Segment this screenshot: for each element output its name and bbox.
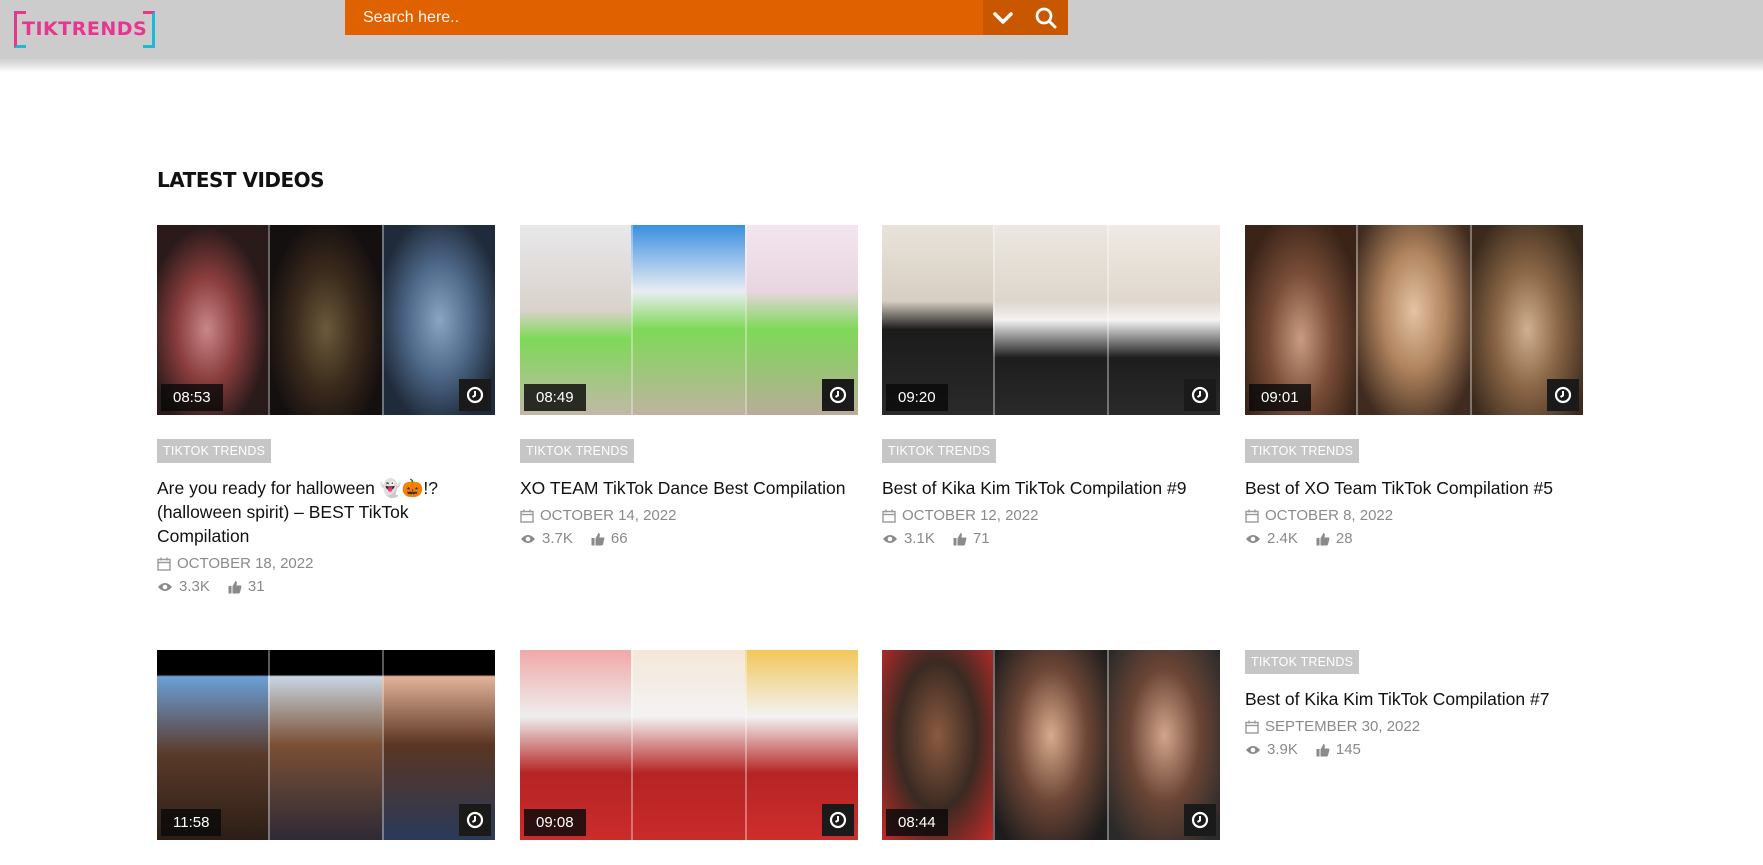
video-duration: 11:58: [161, 809, 222, 836]
chevron-down-icon: [993, 11, 1013, 24]
calendar-icon: [157, 557, 171, 571]
search-icon: [1035, 7, 1056, 28]
eye-icon: [521, 534, 535, 543]
clock-icon: [466, 811, 484, 829]
clock-icon: [1191, 386, 1209, 404]
thumbs-up-icon: [1316, 743, 1330, 756]
video-title[interactable]: Best of Kika Kim TikTok Compilation #9: [882, 476, 1220, 500]
video-card: 11:58: [157, 650, 495, 840]
date-text: SEPTEMBER 30, 2022: [1265, 718, 1421, 735]
eye-icon: [883, 534, 897, 543]
likes-count: 145: [1335, 741, 1361, 758]
calendar-icon: [1245, 720, 1259, 734]
video-duration: 08:53: [161, 384, 223, 411]
likes-count: 28: [1335, 530, 1353, 547]
category-badge[interactable]: TIKTOK TRENDS: [1245, 650, 1360, 674]
views-count: 2.4K: [1267, 530, 1298, 547]
video-card: 08:44: [882, 650, 1220, 840]
thumbs-up-icon: [953, 532, 967, 545]
search-bar: [345, 0, 1068, 35]
video-title[interactable]: Are you ready for halloween 👻🎃!? (hallow…: [157, 476, 495, 548]
calendar-icon: [520, 509, 534, 523]
video-date: SEPTEMBER 30, 2022: [1245, 718, 1583, 735]
video-title[interactable]: Best of Kika Kim TikTok Compilation #7: [1245, 687, 1583, 711]
video-title[interactable]: XO TEAM TikTok Dance Best Compilation: [520, 476, 858, 500]
search-button[interactable]: [1023, 0, 1068, 35]
video-duration: 09:01: [1249, 384, 1311, 411]
thumbs-up-icon: [228, 580, 242, 593]
eye-icon: [158, 582, 172, 591]
likes-count: 31: [247, 578, 265, 595]
watch-later-button[interactable]: [459, 804, 491, 836]
category-badge[interactable]: TIKTOK TRENDS: [520, 439, 635, 463]
views-count: 3.3K: [179, 578, 210, 595]
thumbs-up-icon: [1316, 532, 1330, 545]
category-badge[interactable]: TIKTOK TRENDS: [1245, 439, 1360, 463]
video-thumbnail[interactable]: 09:01: [1245, 225, 1583, 415]
watch-later-button[interactable]: [1184, 804, 1216, 836]
eye-icon: [1246, 745, 1260, 754]
video-duration: 08:44: [886, 809, 948, 836]
date-text: OCTOBER 8, 2022: [1265, 507, 1394, 524]
video-title[interactable]: Best of XO Team TikTok Compilation #5: [1245, 476, 1583, 500]
video-card: 09:08: [520, 650, 858, 840]
watch-later-button[interactable]: [459, 379, 491, 411]
section-title: LATEST VIDEOS: [157, 168, 325, 192]
thumbs-up-icon: [591, 532, 605, 545]
video-thumbnail[interactable]: 08:49: [520, 225, 858, 415]
clock-icon: [829, 386, 847, 404]
views-count: 3.7K: [542, 530, 573, 547]
views-count: 3.9K: [1267, 741, 1298, 758]
video-duration: 08:49: [524, 384, 586, 411]
clock-icon: [829, 811, 847, 829]
video-stats: 3.1K 71: [882, 530, 1220, 547]
video-thumbnail[interactable]: 09:20: [882, 225, 1220, 415]
site-logo[interactable]: TIKTRENDS: [14, 11, 155, 48]
watch-later-button[interactable]: [822, 379, 854, 411]
calendar-icon: [1245, 509, 1259, 523]
date-text: OCTOBER 14, 2022: [540, 507, 677, 524]
category-badge[interactable]: TIKTOK TRENDS: [157, 439, 272, 463]
video-duration: 09:20: [886, 384, 948, 411]
video-stats: 3.9K 145: [1245, 741, 1583, 758]
likes-count: 66: [610, 530, 628, 547]
video-date: OCTOBER 12, 2022: [882, 507, 1220, 524]
eye-icon: [1246, 534, 1260, 543]
video-date: OCTOBER 14, 2022: [520, 507, 858, 524]
category-badge[interactable]: TIKTOK TRENDS: [882, 439, 997, 463]
video-thumbnail[interactable]: 11:58: [157, 650, 495, 840]
watch-later-button[interactable]: [822, 804, 854, 836]
video-card: 08:49 TIKTOK TRENDS XO TEAM TikTok Dance…: [520, 225, 858, 547]
video-card: 08:53 TIKTOK TRENDS Are you ready for ha…: [157, 225, 495, 595]
views-count: 3.1K: [904, 530, 935, 547]
video-stats: 3.7K 66: [520, 530, 858, 547]
video-card: 09:20 TIKTOK TRENDS Best of Kika Kim Tik…: [882, 225, 1220, 547]
date-text: OCTOBER 12, 2022: [902, 507, 1039, 524]
logo-text: TIKTRENDS: [22, 18, 148, 40]
video-thumbnail[interactable]: 08:44: [882, 650, 1220, 840]
video-card: 09:01 TIKTOK TRENDS Best of XO Team TikT…: [1245, 225, 1583, 547]
video-thumbnail[interactable]: 08:53: [157, 225, 495, 415]
date-text: OCTOBER 18, 2022: [177, 555, 314, 572]
clock-icon: [1554, 386, 1572, 404]
watch-later-button[interactable]: [1184, 379, 1216, 411]
search-dropdown-button[interactable]: [983, 0, 1023, 35]
clock-icon: [1191, 811, 1209, 829]
video-thumbnail[interactable]: 09:08: [520, 650, 858, 840]
video-card: TIKTOK TRENDS Best of Kika Kim TikTok Co…: [1245, 650, 1583, 758]
site-header: TIKTRENDS: [0, 0, 1763, 72]
watch-later-button[interactable]: [1547, 379, 1579, 411]
likes-count: 71: [972, 530, 990, 547]
video-date: OCTOBER 18, 2022: [157, 555, 495, 572]
video-stats: 2.4K 28: [1245, 530, 1583, 547]
search-input[interactable]: [345, 0, 983, 35]
video-date: OCTOBER 8, 2022: [1245, 507, 1583, 524]
video-stats: 3.3K 31: [157, 578, 495, 595]
clock-icon: [466, 386, 484, 404]
calendar-icon: [882, 509, 896, 523]
video-duration: 09:08: [524, 809, 586, 836]
